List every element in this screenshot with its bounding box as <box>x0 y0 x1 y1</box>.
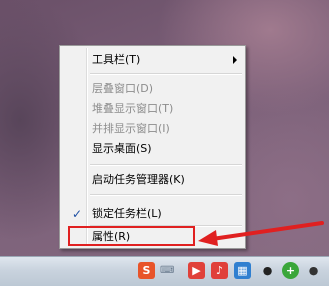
menu-item-label: 并排显示窗口(I) <box>92 122 170 135</box>
menu-item-stack-windows[interactable]: 堆叠显示窗口(T) <box>62 99 243 119</box>
menu-item-label: 锁定任务栏(L) <box>92 207 162 220</box>
check-icon: ✓ <box>72 207 83 221</box>
menu-item-cascade-windows[interactable]: 层叠窗口(D) <box>62 79 243 99</box>
menu-item-show-desktop[interactable]: 显示桌面(S) <box>62 139 243 159</box>
menu-item-toolbars[interactable]: 工具栏(T) <box>62 50 243 70</box>
menu-item-label: 层叠窗口(D) <box>92 82 154 95</box>
penguin-icon[interactable]: ● <box>259 262 276 279</box>
sogou-input-icon[interactable]: S <box>138 262 155 279</box>
qq-icon[interactable]: ● <box>305 262 322 279</box>
taskbar-context-menu: 工具栏(T) 层叠窗口(D) 堆叠显示窗口(T) 并排显示窗口(I) 显示桌面(… <box>59 45 246 249</box>
menu-separator <box>90 194 242 196</box>
taskbar[interactable]: S ⌨ ▶ ♪ ▦ ● + ● <box>0 256 329 286</box>
keyboard-icon[interactable]: ⌨ <box>160 262 174 279</box>
menu-item-task-manager[interactable]: 启动任务管理器(K) <box>62 170 243 190</box>
media-player-icon[interactable]: ▶ <box>188 262 205 279</box>
network-grid-icon[interactable]: ▦ <box>234 262 251 279</box>
submenu-arrow-icon <box>233 56 237 64</box>
menu-item-label: 显示桌面(S) <box>92 142 152 155</box>
properties-highlight-box <box>68 226 195 246</box>
menu-item-label: 堆叠显示窗口(T) <box>92 102 174 115</box>
menu-separator <box>90 164 242 166</box>
menu-item-label: 工具栏(T) <box>92 53 141 66</box>
red-arrow-icon <box>198 221 324 246</box>
menu-item-label: 启动任务管理器(K) <box>92 173 185 186</box>
add-green-icon[interactable]: + <box>282 262 299 279</box>
audio-icon[interactable]: ♪ <box>211 262 228 279</box>
menu-item-side-by-side-windows[interactable]: 并排显示窗口(I) <box>62 119 243 139</box>
menu-separator <box>90 73 242 75</box>
